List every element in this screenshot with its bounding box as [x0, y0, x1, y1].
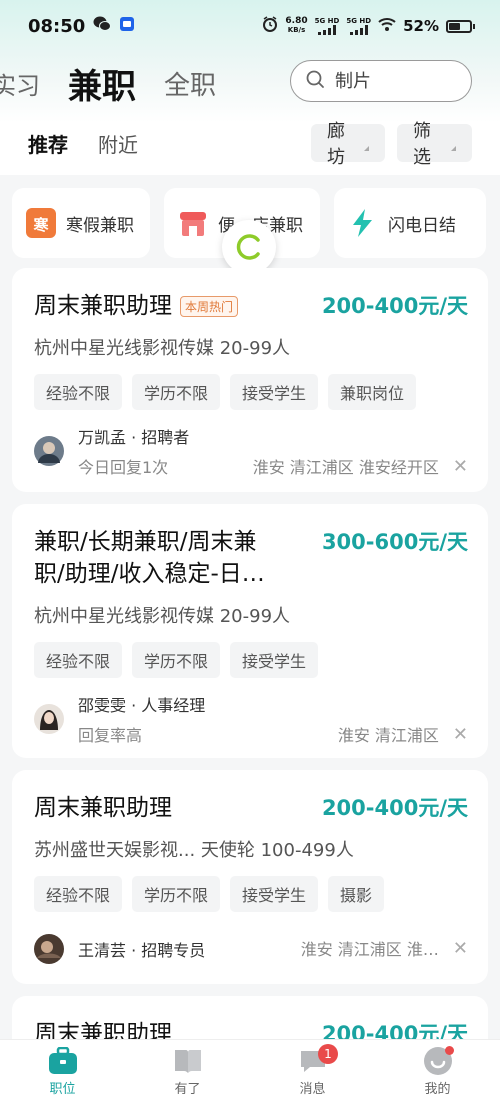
- recruiter-row: 邵雯雯 · 人事经理 回复率高 淮安 清江浦区 ✕: [34, 692, 468, 746]
- tab-full-time[interactable]: 全职: [150, 65, 230, 102]
- svg-text:寒: 寒: [33, 216, 49, 234]
- job-tags: 经验不限 学历不限 接受学生: [34, 642, 468, 678]
- company-info: 苏州盛世天娱影视... 天使轮 100-499人: [34, 840, 354, 861]
- company-info: 杭州中星光线影视传媒 20-99人: [34, 338, 291, 359]
- dismiss-icon[interactable]: ✕: [453, 938, 468, 959]
- battery-percent: 52%: [403, 17, 439, 35]
- job-salary: 200-400元/天: [321, 796, 468, 820]
- bottom-nav: 职位 有了 1 消息 我的: [0, 1039, 500, 1103]
- tab-internship[interactable]: 实习: [0, 66, 54, 101]
- job-tag: 经验不限: [34, 374, 123, 410]
- winter-job-icon: 寒: [26, 208, 56, 238]
- job-card[interactable]: 周末兼职助理 200-400元/天 苏州盛世天娱影视... 天使轮 100-49…: [12, 770, 488, 984]
- nav-label: 我的: [424, 1082, 451, 1097]
- battery-icon: [446, 19, 475, 33]
- job-tag: 经验不限: [34, 876, 123, 912]
- briefcase-icon: [48, 1046, 78, 1076]
- alarm-icon: [262, 16, 278, 36]
- recruiter-name: 邵雯雯 · 人事经理: [78, 696, 206, 715]
- network-speed: 6.80 KB/s: [285, 16, 308, 35]
- job-tag: 摄影: [328, 876, 385, 912]
- recruiter-row: 万凯孟 · 招聘者 今日回复1次 淮安 清江浦区 淮安经开区 ✕: [34, 424, 468, 478]
- app-notification-icon: [119, 16, 135, 37]
- location-filter-button[interactable]: 廊坊: [311, 121, 385, 168]
- company-info: 杭州中星光线影视传媒 20-99人: [34, 606, 291, 627]
- recruiter-name: 王清芸 · 招聘专员: [78, 941, 206, 960]
- job-tag: 学历不限: [132, 374, 221, 410]
- avatar: [34, 436, 64, 466]
- job-tag: 接受学生: [230, 876, 319, 912]
- job-title: 周末兼职助理: [34, 795, 172, 821]
- loading-spinner: [222, 220, 276, 274]
- nav-label: 有了: [174, 1082, 201, 1097]
- job-salary: 300-600元/天: [321, 530, 468, 554]
- category-daily-pay[interactable]: 闪电日结: [334, 188, 486, 258]
- job-tag: 接受学生: [230, 642, 319, 678]
- dismiss-icon[interactable]: ✕: [453, 456, 468, 477]
- signal-sim1-icon: 5G HD: [315, 17, 339, 35]
- job-salary: 200-400元/天: [321, 294, 468, 318]
- job-title-line: 职/助理/收入稳定-日…: [34, 561, 265, 587]
- reply-status: 今日回复1次: [78, 458, 169, 477]
- notification-dot: [445, 1046, 454, 1055]
- category-winter-job[interactable]: 寒 寒假兼职: [12, 188, 150, 258]
- job-location: 淮安 清江浦区 淮安经开区: [252, 458, 439, 477]
- main-tabs: 实习 兼职 全职: [0, 56, 500, 110]
- nav-label: 职位: [49, 1082, 76, 1097]
- dropdown-triangle-icon: [364, 145, 369, 151]
- nav-youle[interactable]: 有了: [125, 1040, 250, 1103]
- wechat-icon: [93, 16, 112, 37]
- signal-sim2-icon: 5G HD: [346, 17, 371, 35]
- status-bar: 08:50 6.80 KB/s 5G HD 5G HD 52%: [0, 0, 500, 52]
- tab-nearby[interactable]: 附近: [98, 129, 138, 158]
- nav-jobs[interactable]: 职位: [0, 1040, 125, 1103]
- job-tag: 接受学生: [230, 374, 319, 410]
- tab-recommended[interactable]: 推荐: [28, 129, 68, 158]
- recruiter-name: 万凯孟 · 招聘者: [78, 428, 190, 447]
- nav-messages[interactable]: 1 消息: [250, 1040, 375, 1103]
- lightning-icon: [348, 208, 378, 238]
- job-tag: 经验不限: [34, 642, 123, 678]
- wifi-icon: [378, 17, 396, 35]
- sub-tabs: 推荐 附近 廊坊 筛选: [0, 121, 500, 168]
- category-label: 寒假兼职: [66, 215, 134, 236]
- job-tags: 经验不限 学历不限 接受学生 兼职岗位: [34, 374, 468, 410]
- book-icon: [173, 1046, 203, 1076]
- filter-label: 筛选: [413, 121, 431, 168]
- job-tag: 学历不限: [132, 642, 221, 678]
- job-tags: 经验不限 学历不限 接受学生 摄影: [34, 876, 468, 912]
- job-card[interactable]: 兼职/长期兼职/周末兼 职/助理/收入稳定-日… 300-600元/天 杭州中星…: [12, 504, 488, 758]
- filter-button[interactable]: 筛选: [397, 121, 472, 168]
- search-icon: [305, 69, 325, 93]
- tab-part-time[interactable]: 兼职: [54, 59, 150, 108]
- dropdown-triangle-icon: [451, 145, 456, 151]
- job-location: 淮安 清江浦区: [337, 726, 439, 745]
- dismiss-icon[interactable]: ✕: [453, 724, 468, 745]
- recruiter-row: 王清芸 · 招聘专员 淮安 清江浦区 淮… ✕: [34, 934, 468, 964]
- store-icon: [178, 208, 208, 238]
- message-badge: 1: [318, 1044, 338, 1064]
- job-card[interactable]: 周末兼职助理 本周热门 200-400元/天 杭州中星光线影视传媒 20-99人…: [12, 268, 488, 492]
- avatar: [34, 704, 64, 734]
- location-filter-label: 廊坊: [327, 121, 345, 168]
- search-box[interactable]: [290, 60, 472, 102]
- nav-profile[interactable]: 我的: [375, 1040, 500, 1103]
- job-title-line: 兼职/长期兼职/周末兼: [34, 529, 257, 555]
- hot-badge: 本周热门: [180, 295, 239, 317]
- job-title: 周末兼职助理: [34, 293, 172, 319]
- avatar: [34, 934, 64, 964]
- job-tag: 兼职岗位: [328, 374, 417, 410]
- status-time: 08:50: [28, 15, 86, 37]
- reply-status: 回复率高: [78, 726, 143, 745]
- job-location: 淮安 清江浦区 淮…: [300, 940, 439, 959]
- nav-label: 消息: [299, 1082, 326, 1097]
- search-input[interactable]: [335, 70, 455, 92]
- job-tag: 学历不限: [132, 876, 221, 912]
- category-label: 闪电日结: [388, 215, 456, 236]
